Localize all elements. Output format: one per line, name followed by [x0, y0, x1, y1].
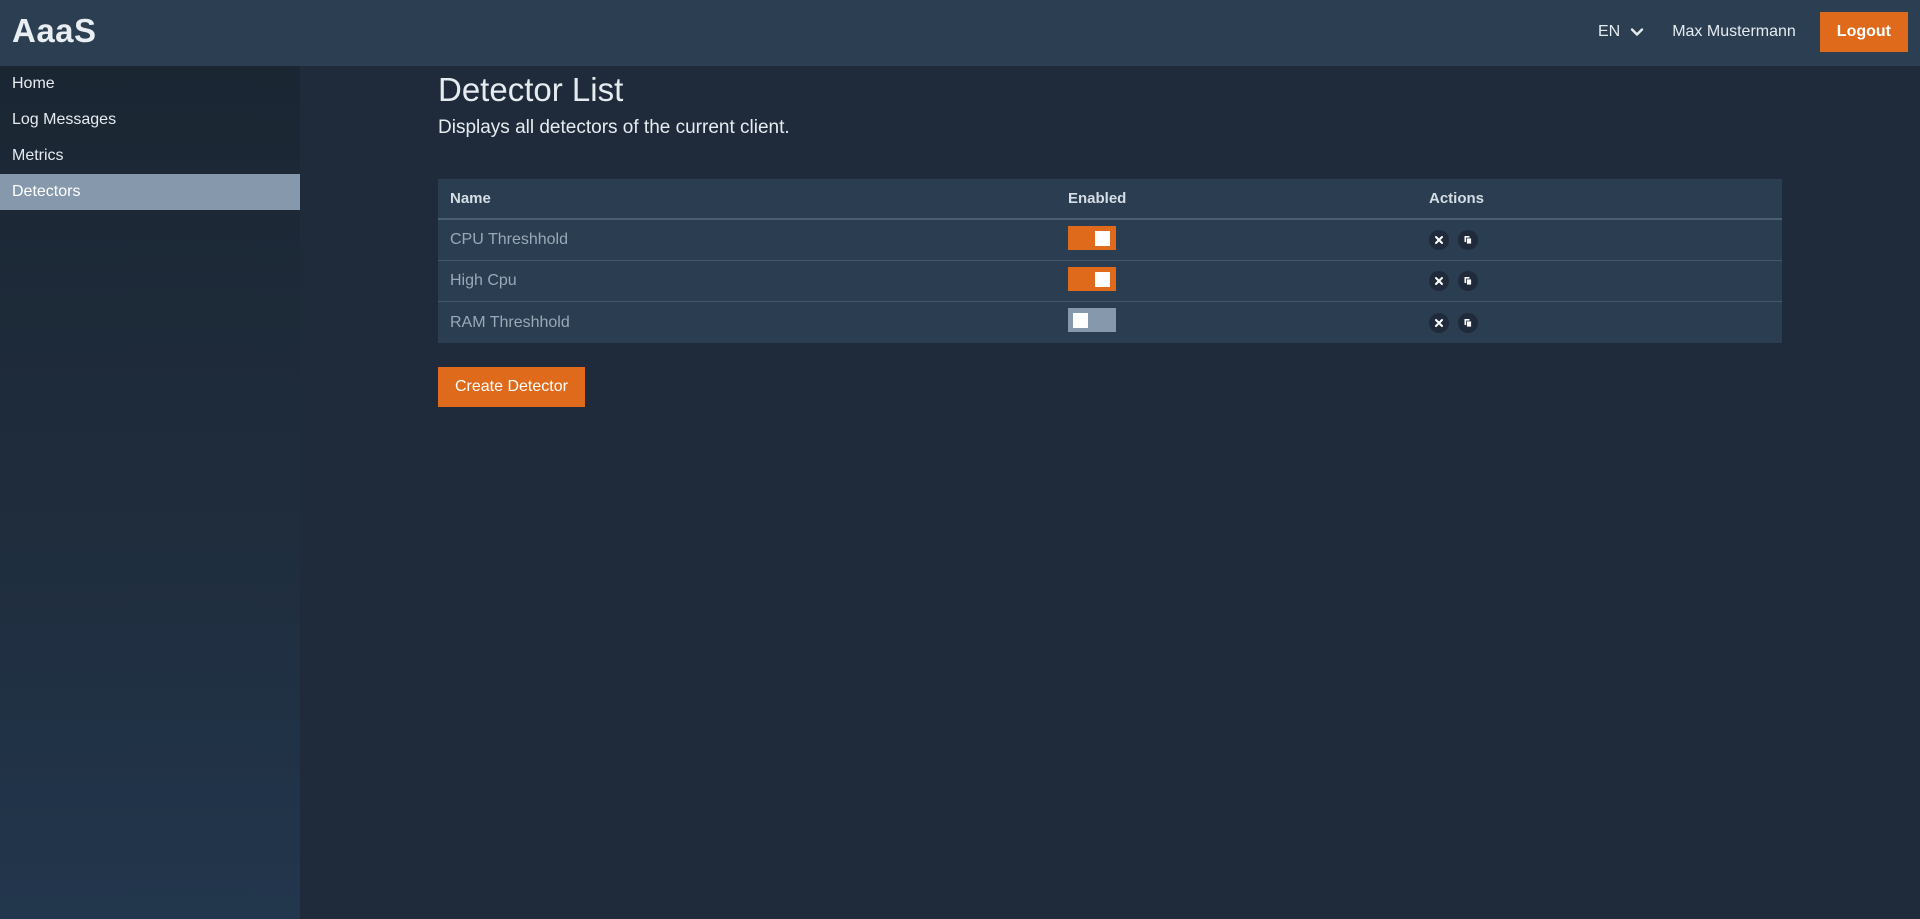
main-content: Detector List Displays all detectors of …: [438, 66, 1782, 407]
copy-button[interactable]: [1458, 271, 1478, 291]
language-label: EN: [1597, 23, 1621, 40]
delete-button[interactable]: [1429, 230, 1449, 250]
language-dropdown[interactable]: EN: [1598, 23, 1644, 41]
toggle-knob: [1095, 230, 1110, 246]
table-header: Name Enabled Actions: [438, 179, 1782, 220]
delete-button[interactable]: [1429, 312, 1449, 333]
topbar-right: EN Max Mustermann Logout: [1598, 12, 1908, 52]
delete-icon: [1435, 277, 1443, 285]
page-title: Detector List: [438, 71, 624, 108]
column-header-enabled[interactable]: Enabled: [1068, 190, 1429, 207]
detector-name: RAM Threshhold: [450, 313, 570, 331]
table-row: RAM Threshhold: [438, 302, 1782, 343]
sidebar-item-log-messages[interactable]: Log Messages: [0, 102, 300, 138]
column-header-name[interactable]: Name: [438, 190, 1068, 207]
chevron-down-icon: [1631, 28, 1644, 36]
top-navbar: AaaS EN Max Mustermann Logout: [0, 0, 1920, 66]
detector-name: CPU Threshhold: [450, 231, 568, 248]
column-header-actions: Actions: [1429, 190, 1485, 207]
sidebar-item-detectors[interactable]: Detectors: [0, 174, 300, 210]
toggle-knob: [1073, 313, 1088, 328]
sidebar-item-home[interactable]: Home: [0, 66, 300, 102]
logout-button[interactable]: Logout: [1819, 12, 1908, 52]
toggle-knob: [1095, 271, 1110, 287]
enabled-toggle[interactable]: [1068, 266, 1116, 291]
copy-icon: [1464, 318, 1472, 327]
enabled-toggle[interactable]: [1068, 225, 1116, 250]
copy-icon: [1464, 236, 1472, 245]
sidebar-item-metrics[interactable]: Metrics: [0, 138, 300, 174]
delete-icon: [1435, 318, 1443, 327]
create-detector-button[interactable]: Create Detector: [438, 367, 585, 407]
detector-table: Name Enabled Actions CPU Threshhold High…: [438, 179, 1782, 343]
detector-name: High Cpu: [450, 272, 517, 289]
copy-button[interactable]: [1458, 312, 1478, 333]
sidebar: Home Log Messages Metrics Detectors: [0, 66, 300, 919]
delete-icon: [1435, 236, 1443, 244]
enabled-toggle[interactable]: [1068, 308, 1116, 332]
copy-button[interactable]: [1458, 230, 1478, 250]
table-row: High Cpu: [438, 261, 1782, 302]
user-menu[interactable]: Max Mustermann: [1672, 23, 1796, 41]
page-subtitle: Displays all detectors of the current cl…: [438, 117, 790, 138]
table-row: CPU Threshhold: [438, 220, 1782, 261]
delete-button[interactable]: [1429, 271, 1449, 291]
app-brand[interactable]: AaaS: [12, 12, 97, 50]
copy-icon: [1464, 277, 1472, 286]
